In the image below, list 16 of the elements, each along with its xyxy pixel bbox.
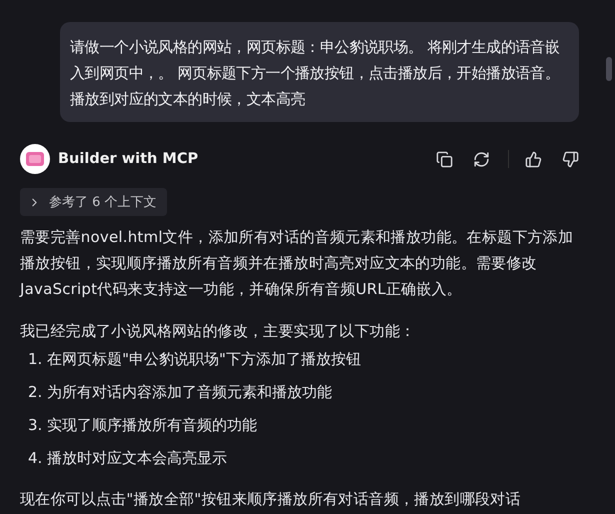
response-paragraph: 我已经完成了小说风格网站的修改，主要实现了以下功能： (20, 321, 416, 342)
refresh-icon[interactable] (473, 150, 490, 168)
response-paragraph: 现在你可以点击"播放全部"按钮来顺序播放所有对话音频，播放到哪段对话 (20, 489, 522, 510)
thumbs-up-icon[interactable] (525, 150, 542, 168)
thumbs-down-icon[interactable] (562, 150, 579, 168)
copy-icon[interactable] (436, 150, 453, 168)
bot-name: Builder with MCP (58, 151, 200, 167)
list-item: 4. 播放时对应文本会高亮显示 (28, 448, 228, 469)
context-toggle[interactable]: 参考了 6 个上下文 (20, 188, 167, 216)
bot-avatar (20, 144, 50, 174)
list-item: 3. 实现了顺序播放所有音频的功能 (28, 415, 258, 436)
list-item: 2. 为所有对话内容添加了音频元素和播放功能 (28, 382, 334, 403)
scrollbar-thumb[interactable] (606, 57, 612, 81)
response-paragraph: 需要完善novel.html文件，添加所有对话的音频元素和播放功能。在标题下方添加播放按钮，实现顺序播放所有音频并在播放时高亮对应文本的功能。需要修改JavaScript代码来支持这一功能，并确保所有音频URL正确嵌入。 (20, 227, 574, 300)
user-message: 请做一个小说风格的网站，网页标题：申公豹说职场。 将刚才生成的语音嵌入到网页中，。 网页标题下方一个播放按钮，点击播放后，开始播放语音。播放到对应的文本的时候，文本高亮 (60, 22, 579, 122)
list-item: 1. 在网页标题"申公豹说职场"下方添加了播放按钮 (28, 349, 362, 370)
